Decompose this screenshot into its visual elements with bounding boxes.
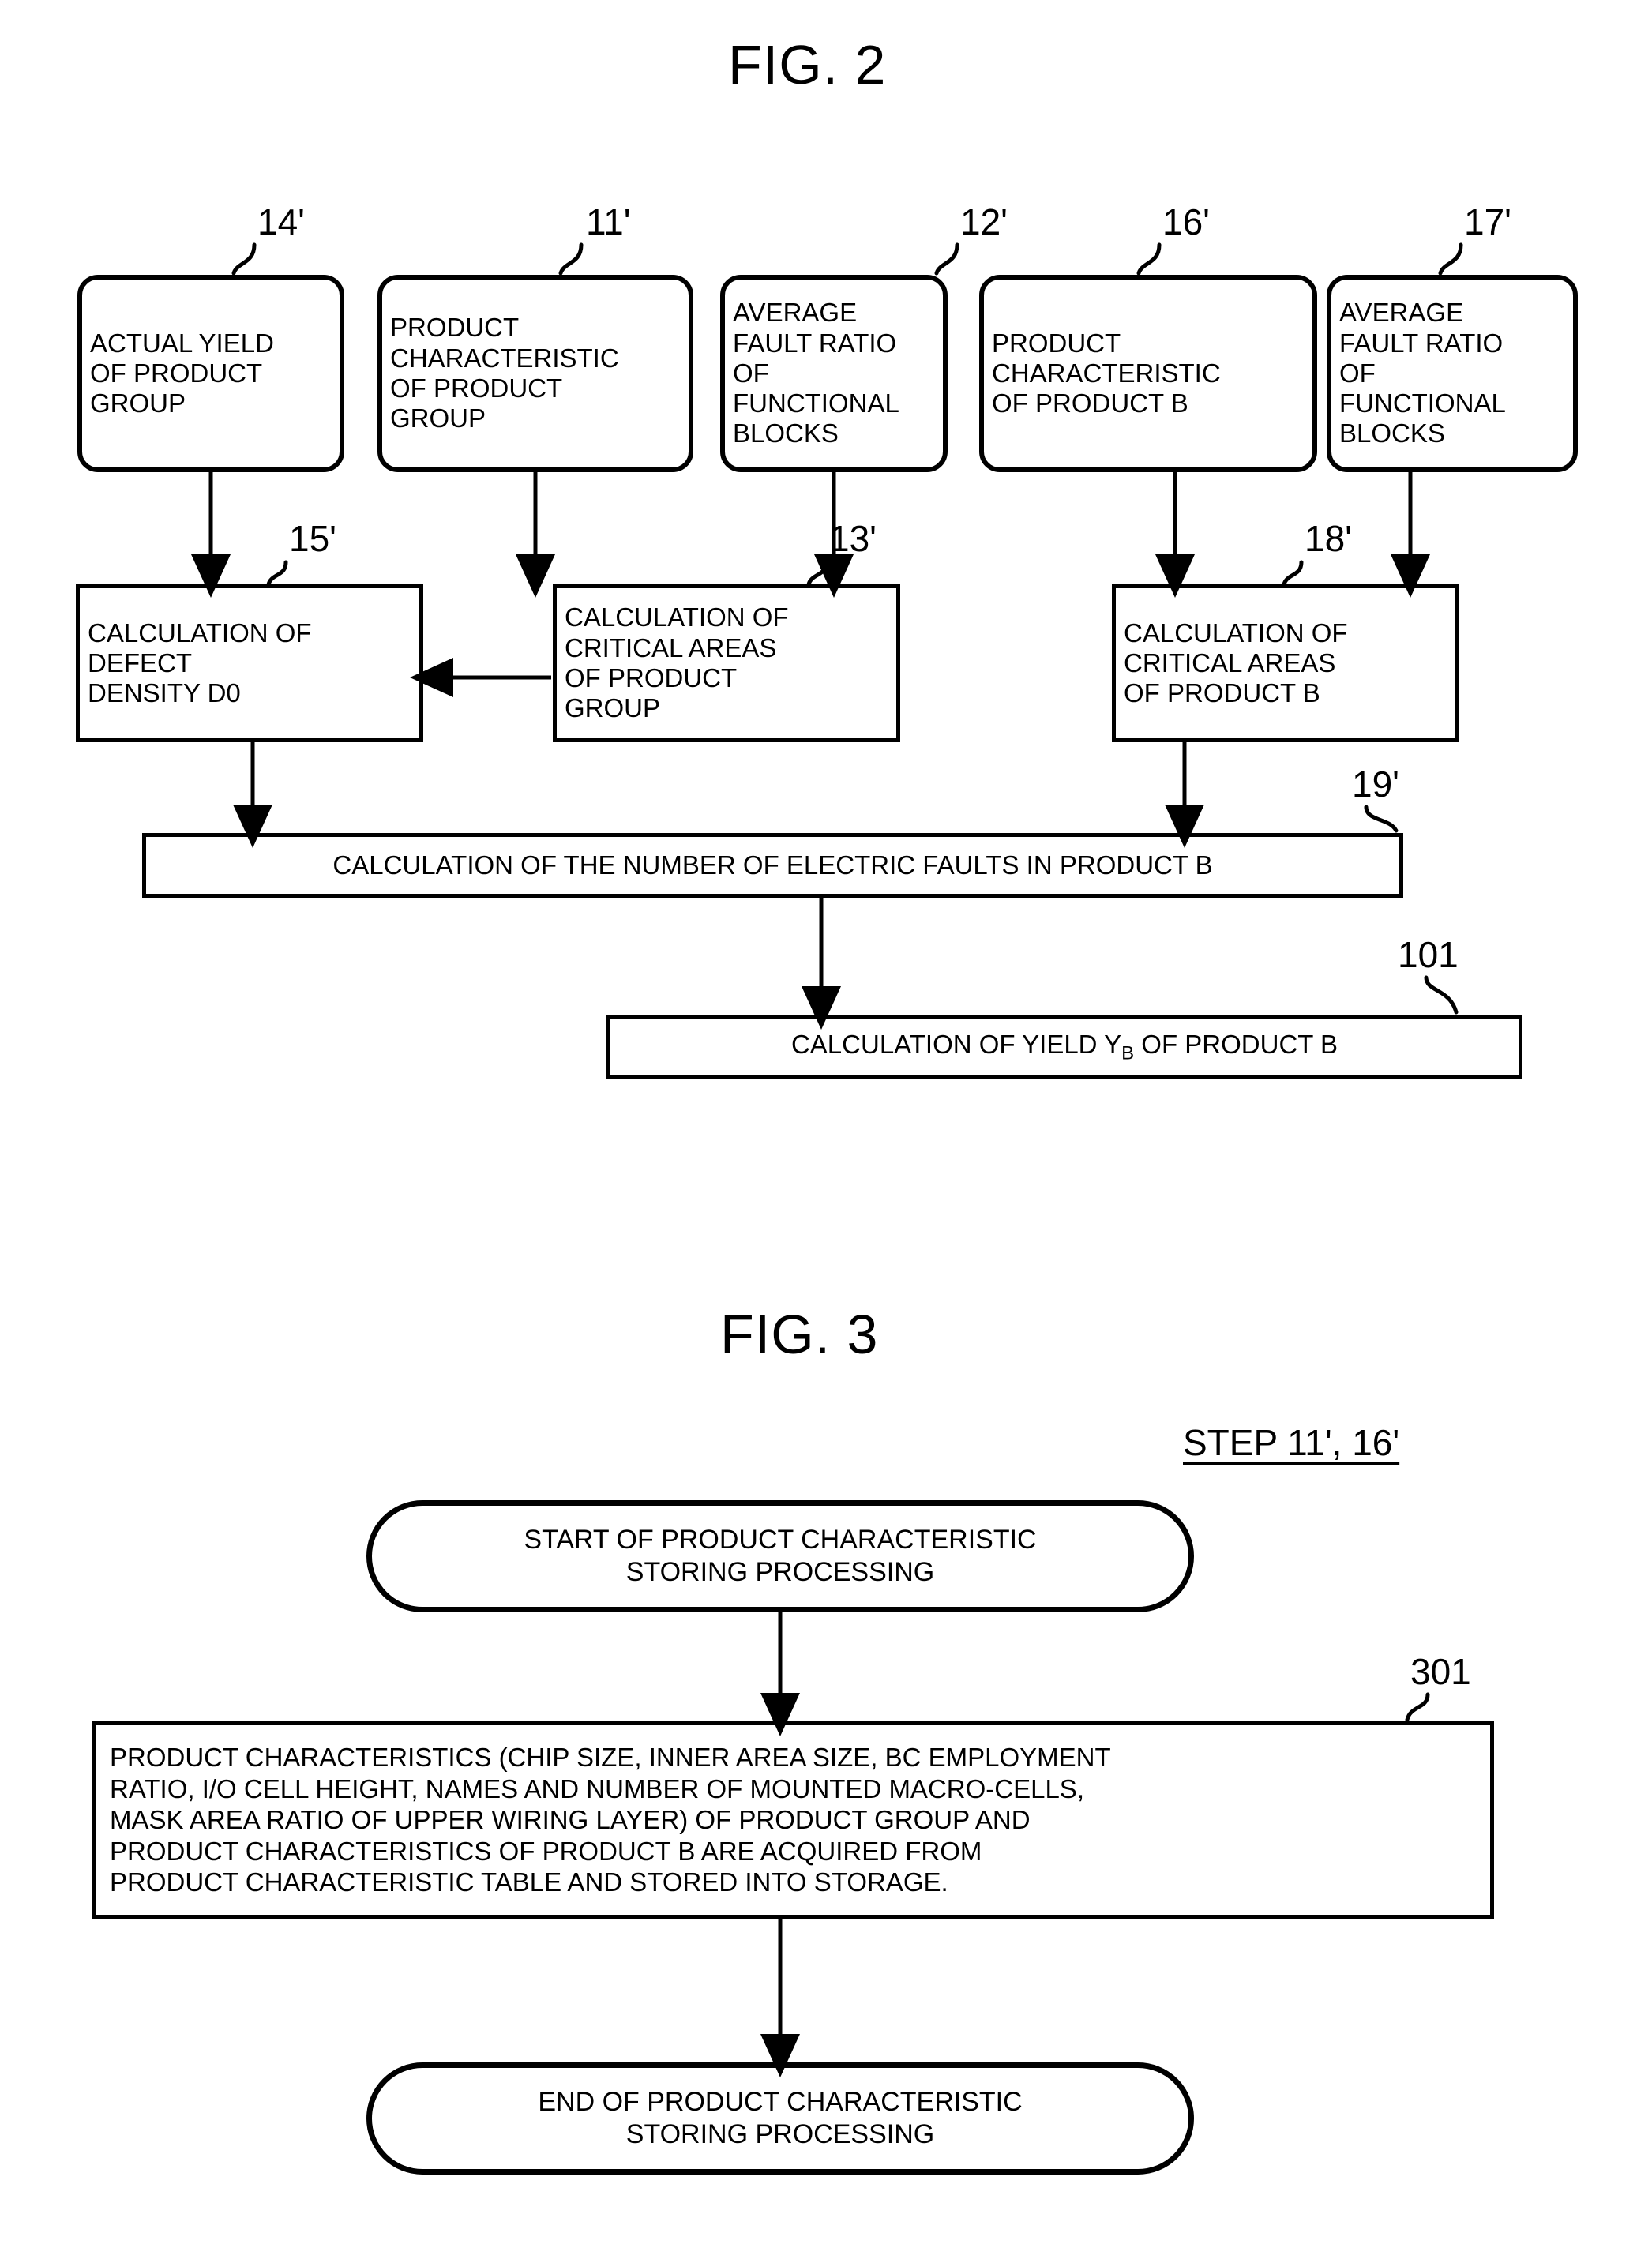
node-line: AVERAGE [733,298,858,328]
node-line: ACTUAL YIELD [90,328,274,358]
ref-11: 11' [586,201,631,242]
terminator-end-product-characteristic-storing: END OF PRODUCT CHARACTERISTIC STORING PR… [366,2062,1194,2175]
node-line: OF [1339,358,1376,388]
leader-11 [558,242,584,276]
node-product-characteristic-of-product-group: PRODUCT CHARACTERISTIC OF PRODUCT GROUP [377,275,693,472]
fig2-title: FIG. 2 [728,34,887,96]
leader-19 [1364,805,1399,833]
fig3-step-label: STEP 11', 16' [1183,1422,1400,1463]
node-actual-yield-of-product-group: ACTUAL YIELD OF PRODUCT GROUP [77,275,344,472]
node-line: CALCULATION OF THE NUMBER OF ELECTRIC FA… [332,850,1213,880]
node-line: CRITICAL AREAS [565,632,777,662]
subscript-b: B [1121,1042,1135,1064]
node-line: OF PRODUCT [565,663,738,692]
node-line: FUNCTIONAL [733,388,899,418]
leader-14 [231,242,257,276]
node-line: DEFECT [88,647,192,677]
ref-19: 19' [1352,764,1399,805]
node-line: PRODUCT CHARACTERISTICS OF PRODUCT B ARE… [110,1836,982,1866]
node-line: CHARACTERISTIC [992,358,1221,388]
leader-101 [1424,975,1459,1015]
node-calculation-of-number-of-electric-faults: CALCULATION OF THE NUMBER OF ELECTRIC FA… [142,833,1403,898]
ref-15: 15' [289,518,336,559]
terminator-start-product-characteristic-storing: START OF PRODUCT CHARACTERISTIC STORING … [366,1500,1194,1612]
ref-301: 301 [1410,1651,1471,1692]
node-line: GROUP [90,388,186,418]
node-line: PRODUCT [390,313,520,343]
node-average-fault-ratio-of-functional-blocks-left: AVERAGE FAULT RATIO OF FUNCTIONAL BLOCKS [720,275,948,472]
leader-12 [934,242,959,276]
node-step-301-store-product-characteristics: PRODUCT CHARACTERISTICS (CHIP SIZE, INNE… [92,1721,1494,1919]
node-line: AVERAGE [1339,298,1464,328]
leader-16 [1136,242,1162,276]
node-line: OF [733,358,769,388]
node-calculation-of-critical-areas-of-product-b: CALCULATION OF CRITICAL AREAS OF PRODUCT… [1112,584,1459,742]
node-line: CALCULATION OF [565,602,789,632]
node-line: CALCULATION OF [88,617,312,647]
fig3-title: FIG. 3 [720,1304,879,1365]
leader-18 [1282,560,1304,587]
ref-18: 18' [1305,518,1352,559]
node-line: CHARACTERISTIC [390,343,619,373]
node-line-tail: OF PRODUCT B [1134,1029,1338,1059]
ref-12: 12' [960,201,1008,242]
node-product-characteristic-of-product-b: PRODUCT CHARACTERISTIC OF PRODUCT B [979,275,1317,472]
node-line: START OF PRODUCT CHARACTERISTIC [524,1524,1037,1555]
node-calculation-of-defect-density: CALCULATION OF DEFECT DENSITY D0 [76,584,423,742]
node-line: DENSITY D0 [88,678,241,708]
node-line: PRODUCT [992,328,1121,358]
ref-17: 17' [1464,201,1511,242]
patent-figure-sheet: FIG. 2 ACTUAL YIELD OF PRODUCT GROUP PRO… [0,0,1652,2244]
node-line: OF PRODUCT [90,358,263,388]
node-line: OF PRODUCT B [992,388,1188,418]
ref-13: 13' [829,518,877,559]
node-line: PRODUCT CHARACTERISTICS (CHIP SIZE, INNE… [110,1743,1111,1773]
leader-301 [1405,1692,1430,1722]
node-line: CALCULATION OF [1124,617,1348,647]
node-line: BLOCKS [1339,418,1445,448]
node-line: FAULT RATIO [733,328,897,358]
leader-13 [806,560,828,587]
node-line: STORING PROCESSING [625,1557,935,1587]
node-line: BLOCKS [733,418,839,448]
node-calculation-of-critical-areas-of-product-group: CALCULATION OF CRITICAL AREAS OF PRODUCT… [553,584,900,742]
node-line: CALCULATION OF YIELD Y [790,1029,1122,1059]
node-line: GROUP [565,693,661,723]
node-line: END OF PRODUCT CHARACTERISTIC [538,2086,1023,2117]
node-line: RATIO, I/O CELL HEIGHT, NAMES AND NUMBER… [110,1773,1084,1803]
node-line: FUNCTIONAL [1339,388,1506,418]
node-line: OF PRODUCT B [1124,678,1320,708]
node-line: OF PRODUCT [390,373,563,403]
ref-14: 14' [257,201,305,242]
node-calculation-of-yield-yb-of-product-b: CALCULATION OF YIELD YB OF PRODUCT B [606,1015,1522,1079]
node-line: CRITICAL AREAS [1124,647,1336,677]
node-line: GROUP [390,403,486,433]
node-line: MASK AREA RATIO OF UPPER WIRING LAYER) O… [110,1805,1031,1835]
leader-17 [1438,242,1463,276]
ref-16: 16' [1162,201,1210,242]
node-line: PRODUCT CHARACTERISTIC TABLE AND STORED … [110,1867,948,1897]
node-line: FAULT RATIO [1339,328,1504,358]
leader-15 [266,560,288,587]
node-average-fault-ratio-of-functional-blocks-right: AVERAGE FAULT RATIO OF FUNCTIONAL BLOCKS [1327,275,1578,472]
ref-101: 101 [1398,934,1459,975]
node-line: STORING PROCESSING [625,2119,935,2149]
